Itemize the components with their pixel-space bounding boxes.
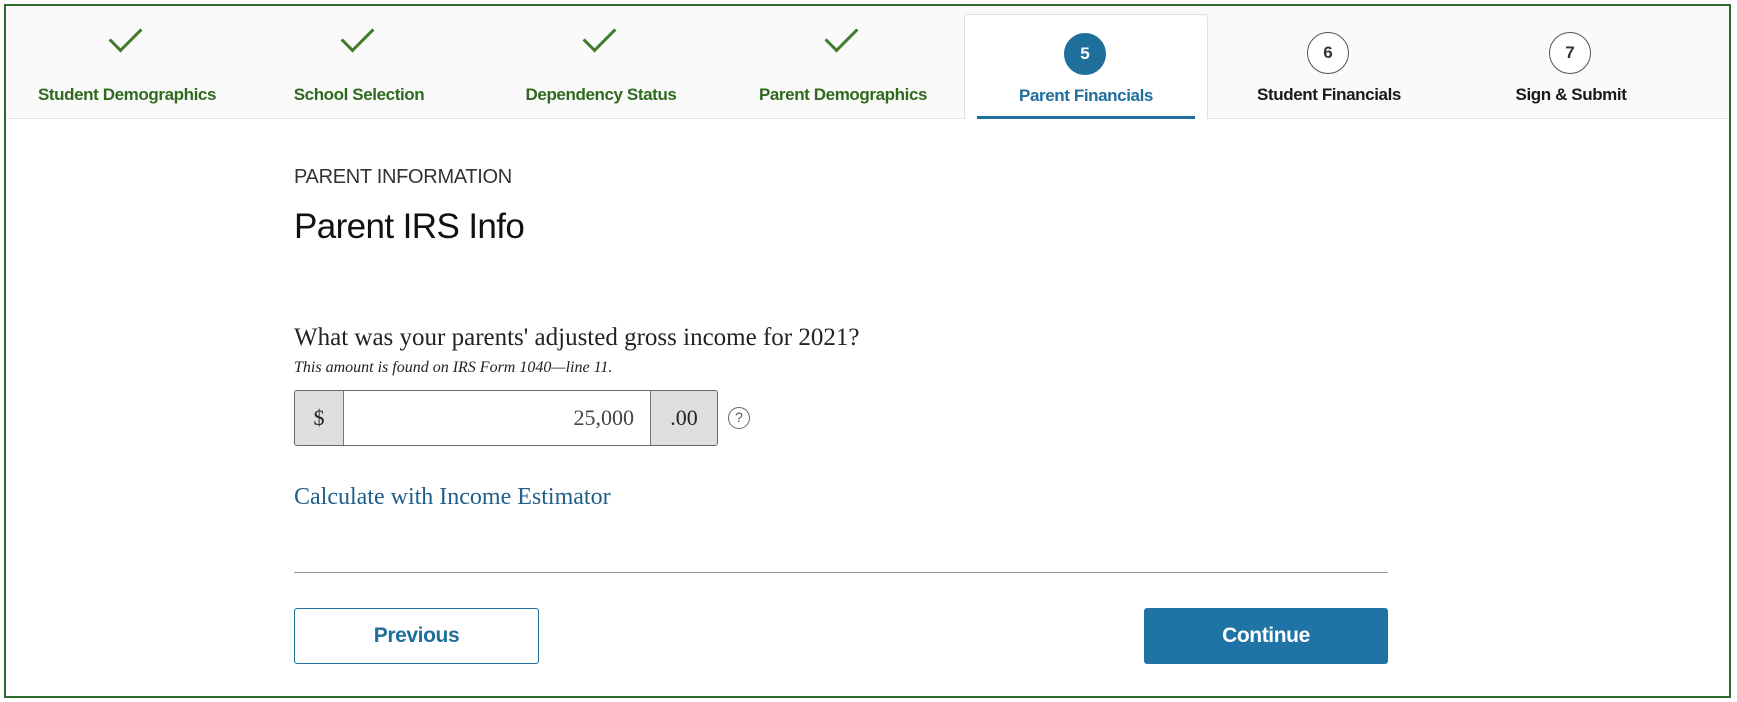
step-label: Student Demographics bbox=[37, 85, 217, 104]
step-student-financials[interactable]: 6 Student Financials bbox=[1208, 6, 1450, 118]
step-label: Parent Financials bbox=[1019, 86, 1153, 105]
income-input-group: $ 25,000 .00 bbox=[294, 390, 718, 446]
income-hint: This amount is found on IRS Form 1040—li… bbox=[294, 359, 613, 376]
main-content: PARENT INFORMATION Parent IRS Info What … bbox=[294, 166, 1394, 664]
previous-button[interactable]: Previous bbox=[294, 608, 539, 664]
section-kicker: PARENT INFORMATION bbox=[294, 166, 512, 188]
income-amount-input[interactable]: 25,000 bbox=[344, 391, 650, 445]
step-student-demographics[interactable]: Student Demographics bbox=[6, 6, 248, 118]
step-parent-demographics[interactable]: Parent Demographics bbox=[722, 6, 964, 118]
check-icon bbox=[824, 18, 859, 53]
step-label: School Selection bbox=[293, 85, 425, 104]
income-estimator-link[interactable]: Calculate with Income Estimator bbox=[294, 484, 611, 511]
step-school-selection[interactable]: School Selection bbox=[238, 6, 480, 118]
cents-suffix: .00 bbox=[650, 391, 717, 445]
step-label: Dependency Status bbox=[525, 85, 677, 104]
step-parent-financials[interactable]: 5 Parent Financials bbox=[964, 14, 1208, 119]
page-title: Parent IRS Info bbox=[294, 207, 525, 246]
check-icon bbox=[108, 18, 143, 53]
check-icon bbox=[582, 18, 617, 53]
divider bbox=[294, 572, 1388, 573]
step-label: Parent Demographics bbox=[758, 85, 928, 104]
step-number-badge: 6 bbox=[1307, 32, 1349, 74]
step-dependency-status[interactable]: Dependency Status bbox=[480, 6, 722, 118]
progress-stepper: Student Demographics School Selection De… bbox=[6, 6, 1729, 119]
step-label: Student Financials bbox=[1257, 85, 1401, 104]
step-number-badge: 7 bbox=[1549, 32, 1591, 74]
app-frame: Student Demographics School Selection De… bbox=[4, 4, 1731, 698]
step-label: Sign & Submit bbox=[1515, 85, 1627, 104]
active-step-indicator bbox=[977, 116, 1195, 119]
step-sign-submit[interactable]: 7 Sign & Submit bbox=[1450, 6, 1692, 118]
step-number-badge: 5 bbox=[1064, 33, 1106, 75]
currency-prefix: $ bbox=[295, 391, 344, 445]
check-icon bbox=[340, 18, 375, 53]
continue-button[interactable]: Continue bbox=[1144, 608, 1388, 664]
income-question: What was your parents' adjusted gross in… bbox=[294, 324, 860, 351]
question-circle-icon[interactable]: ? bbox=[728, 407, 750, 429]
